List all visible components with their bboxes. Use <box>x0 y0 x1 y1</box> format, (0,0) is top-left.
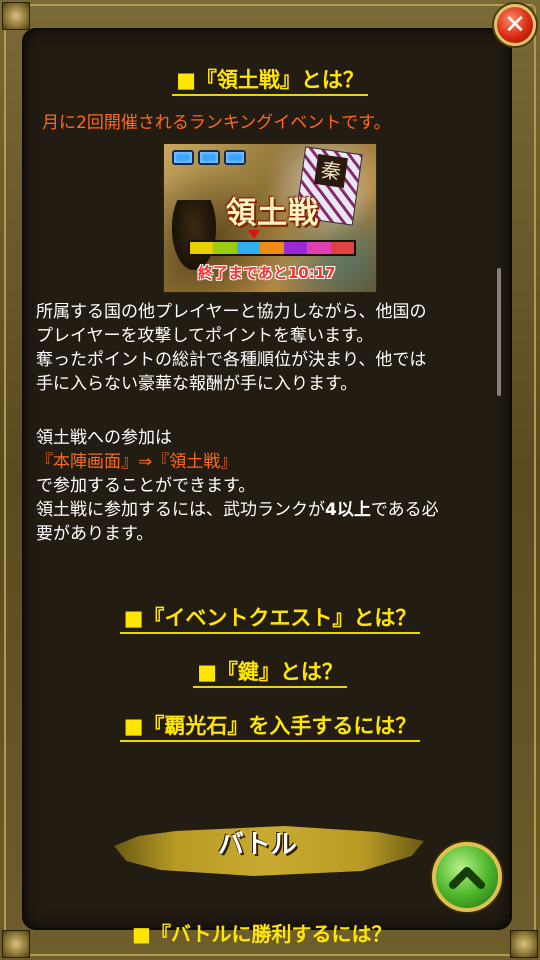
participation-line: 領土戦に参加するには、武功ランクが4以上である必 <box>36 500 439 520</box>
banner-progress-bar <box>188 240 356 256</box>
participation-path-link[interactable]: 『本陣画面』⇒『領土戦』 <box>36 450 439 474</box>
progress-segment <box>307 242 331 254</box>
frame-corner-ornament <box>2 2 30 30</box>
banner-title: 領土戦 <box>226 196 319 231</box>
link-event-quest[interactable]: ■『イベントクエスト』とは？ <box>0 602 540 634</box>
progress-segment <box>330 242 354 254</box>
banner-gems <box>172 150 246 165</box>
description-line: プレイヤーを攻撃してポイントを奪います。 <box>36 326 374 346</box>
progress-segment <box>283 242 308 254</box>
description-line: 手に入らない豪華な報酬が手に入ります。 <box>36 374 358 394</box>
banner-warrior-figure <box>172 200 216 270</box>
gem-icon <box>198 150 220 165</box>
close-icon: ✕ <box>504 10 526 40</box>
progress-segment <box>236 242 261 254</box>
scroll-to-top-button[interactable] <box>432 842 502 912</box>
gem-icon <box>172 150 194 165</box>
gem-icon <box>224 150 246 165</box>
scrollbar[interactable] <box>497 268 501 396</box>
banner-flag-mark: 秦 <box>314 154 348 188</box>
frame-corner-ornament <box>510 930 538 958</box>
participation-text: 領土戦への参加は 『本陣画面』⇒『領土戦』 で参加することができます。 領土戦に… <box>36 426 439 546</box>
section-title: ■『領土戦』とは？ <box>0 64 540 96</box>
link-key[interactable]: ■『鍵』とは？ <box>0 656 540 688</box>
banner-timer: 終了まであと10:17 <box>198 264 336 282</box>
progress-segment <box>260 242 284 254</box>
description-line: 奪ったポイントの総計で各種順位が決まり、他では <box>36 350 427 370</box>
progress-segment <box>213 242 237 254</box>
description-text: 所属する国の他プレイヤーと協力しながら、他国の プレイヤーを攻撃してポイントを奪… <box>36 300 427 396</box>
frame-corner-ornament <box>2 930 30 958</box>
intro-text: 月に2回開催されるランキングイベントです。 <box>42 113 391 133</box>
participation-line: 要があります。 <box>36 524 154 544</box>
territory-war-banner-image: 秦 領土戦 終了まであと10:17 <box>163 143 377 293</box>
description-line: 所属する国の他プレイヤーと協力しながら、他国の <box>36 302 427 322</box>
link-haouseki[interactable]: ■『覇光石』を入手するには？ <box>0 710 540 742</box>
close-button[interactable]: ✕ <box>494 4 536 46</box>
participation-line: で参加することができます。 <box>36 476 256 496</box>
battle-win-link[interactable]: ■『バトルに勝利するには？ <box>132 918 392 947</box>
battle-section-label: バトル <box>218 830 297 860</box>
progress-segment <box>190 242 214 254</box>
chevron-up-icon <box>449 867 485 889</box>
participation-line: 領土戦への参加は <box>36 428 172 448</box>
progress-pointer-icon <box>248 230 260 239</box>
